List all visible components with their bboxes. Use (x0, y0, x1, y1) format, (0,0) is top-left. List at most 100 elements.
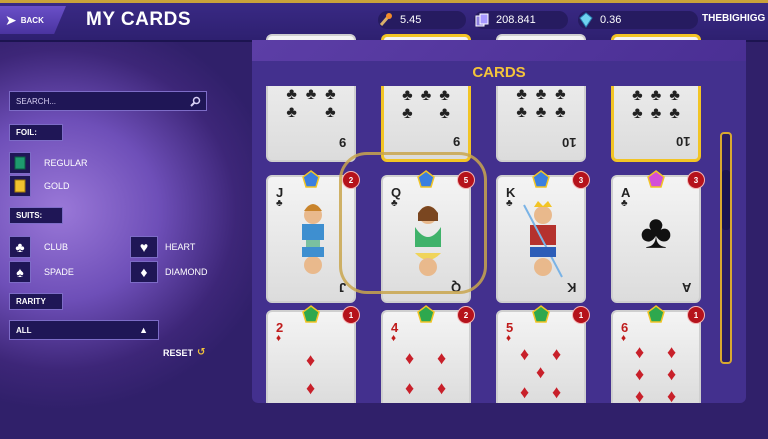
stat-pill-cards: 208.841 (474, 11, 568, 29)
diamond-icon: ♦ (140, 264, 148, 280)
card-rank: 2 ♦ (276, 320, 284, 344)
diamond-pip: ♦ (520, 344, 530, 364)
blue-gem-icon (302, 170, 320, 188)
suit-spade-label: SPADE (44, 267, 74, 277)
search-placeholder: SEARCH... (16, 96, 57, 106)
card-king-clubs[interactable]: 3 K ♣ K (496, 170, 590, 303)
suits-label-box: SUITS: (9, 207, 63, 224)
card-rank-bottom: K (566, 280, 576, 295)
big-club-icon: ♣ (640, 206, 672, 259)
green-gem-icon (532, 305, 550, 323)
diamond-pip: ♦ (306, 378, 316, 398)
green-gem-icon (647, 305, 665, 323)
card-rank: 6 ♦ (621, 320, 629, 344)
card-rank: 10 (561, 135, 576, 150)
green-gem-icon (417, 305, 435, 323)
highlight-circle (339, 152, 487, 294)
rarity-select[interactable]: ALL ▲ (9, 320, 159, 340)
card-rank: K ♣ (506, 185, 516, 209)
diamond-pip: ♦ (306, 350, 316, 370)
card-rank: 9 (338, 135, 346, 150)
card-5-diamonds[interactable]: 1 5 ♦ ♦ ♦ ♦ ♦ ♦ (496, 305, 590, 406)
pink-gem-icon (647, 170, 665, 188)
diamond-pip: ♦ (405, 378, 415, 398)
search-icon (190, 96, 201, 107)
panel-title-overlay: CARDS (472, 64, 526, 81)
regular-card-icon (14, 156, 26, 170)
suit-spade-checkbox[interactable]: ♠ (9, 261, 31, 283)
suit-diamond-label: DIAMOND (165, 267, 208, 277)
card-rank: 9 (452, 134, 460, 149)
foil-gold-checkbox[interactable] (9, 175, 31, 197)
card-count-badge: 1 (342, 306, 360, 324)
card-count-badge: 3 (687, 171, 705, 189)
suit-club-checkbox[interactable]: ♣ (9, 236, 31, 258)
card-6-diamonds[interactable]: 1 6 ♦ ♦ ♦ ♦ ♦ ♦ ♦ (611, 305, 705, 406)
stat-value-cards: 208.841 (496, 14, 536, 26)
back-arrow-icon: ➤ (5, 11, 17, 28)
page-title: MY CARDS (86, 9, 191, 30)
card-rank-bottom: A (681, 280, 691, 295)
fire-torch-icon (379, 13, 392, 26)
diamond-pip: ♦ (437, 378, 447, 398)
card-count-badge: 1 (572, 306, 590, 324)
foil-gold-label: GOLD (44, 181, 70, 191)
jack-portrait-icon (302, 204, 324, 274)
card-2-diamonds[interactable]: 1 2 ♦ ♦ ♦ (266, 305, 360, 406)
heart-icon: ♥ (139, 239, 149, 255)
diamond-pip: ♦ (635, 342, 645, 362)
card-rank: 10 (675, 134, 690, 149)
diamond-pip: ♦ (635, 364, 645, 384)
diamond-pip: ♦ (552, 382, 562, 402)
king-portrait-icon (523, 201, 563, 278)
reset-button[interactable]: RESET ↺ (163, 347, 205, 358)
suit-diamond-checkbox[interactable]: ♦ (130, 261, 158, 283)
suit-heart-label: HEART (165, 242, 196, 252)
green-gem-icon (302, 305, 320, 323)
scrollbar-thumb[interactable] (722, 170, 730, 230)
diamond-pip: ♦ (520, 382, 530, 402)
top-stripe (0, 0, 768, 3)
username: THEBIGHIGG (702, 13, 766, 24)
diamond-pip: ♦ (536, 362, 546, 382)
stat-value-torch: 5.45 (400, 14, 422, 26)
diamond-pip: ♦ (667, 342, 677, 362)
crystal-icon (579, 12, 593, 28)
card-rank: J ♣ (276, 185, 284, 209)
cards-scrollbar[interactable] (720, 132, 732, 364)
card-ace-clubs[interactable]: 3 A ♣ ♣ A (611, 170, 705, 303)
card-rank: 5 ♦ (506, 320, 514, 344)
back-label: BACK (20, 15, 44, 25)
rarity-label: RARITY (16, 297, 46, 306)
card-count-badge: 2 (457, 306, 475, 324)
chevron-up-icon: ▲ (139, 325, 148, 335)
diamond-pip: ♦ (552, 344, 562, 364)
card-stack-icon (475, 13, 489, 27)
rarity-label-box: RARITY (9, 293, 63, 310)
suit-heart-checkbox[interactable]: ♥ (130, 236, 158, 258)
spade-icon: ♠ (16, 264, 24, 280)
stat-value-crystal: 0.36 (600, 14, 622, 26)
stat-pill-torch: 5.45 (378, 11, 466, 29)
search-input[interactable]: SEARCH... (9, 91, 207, 111)
card-count-badge: 1 (687, 306, 705, 324)
card-count-badge: 3 (572, 171, 590, 189)
rarity-value: ALL (16, 325, 32, 335)
diamond-pip: ♦ (667, 364, 677, 384)
foil-label: FOIL: (16, 128, 37, 137)
suit-club-label: CLUB (44, 242, 69, 252)
reset-icon: ↺ (197, 347, 206, 358)
panel-bottom-mask (252, 403, 746, 439)
suits-label: SUITS: (16, 211, 43, 220)
foil-regular-label: REGULAR (44, 158, 88, 168)
club-icon: ♣ (15, 239, 25, 255)
card-rank: 4 ♦ (391, 320, 399, 344)
card-4-diamonds[interactable]: 2 4 ♦ ♦ ♦ ♦ ♦ (381, 305, 475, 406)
reset-label: RESET (163, 347, 194, 358)
foil-label-box: FOIL: (9, 124, 63, 141)
gold-card-icon (14, 179, 26, 193)
diamond-pip: ♦ (437, 348, 447, 368)
diamond-pip: ♦ (405, 348, 415, 368)
foil-regular-checkbox[interactable] (9, 152, 31, 174)
panel-gap (252, 40, 746, 61)
